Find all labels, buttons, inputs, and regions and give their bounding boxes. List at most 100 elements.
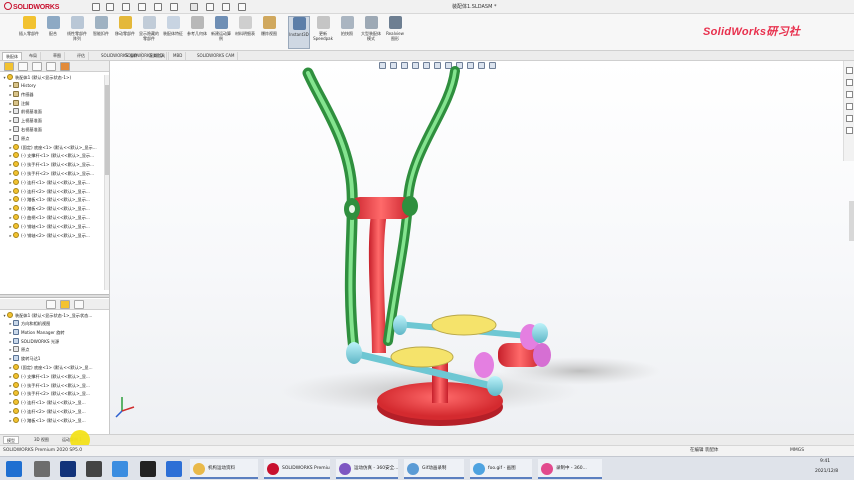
tree-item[interactable]: ▸ 上视基准面 <box>0 117 108 125</box>
dimxpert-tab-icon[interactable] <box>46 62 56 71</box>
ribbon-button-1[interactable]: 配合 <box>42 16 64 49</box>
link-end-cyan-1[interactable] <box>532 323 548 343</box>
ribbon-button-2[interactable]: 线性零部件阵列 <box>66 16 88 49</box>
view-palette-icon[interactable] <box>846 103 853 110</box>
tree-item[interactable]: ▸ (-) 连杆<1> (默认<<默认>_显示... <box>0 178 108 187</box>
file-manager-icon[interactable] <box>86 461 102 477</box>
clock-date[interactable]: 2021/12/8 <box>815 469 838 474</box>
tree-item[interactable]: ▸ (-) 连杆<1> (默认<<默认>_显... <box>0 399 108 407</box>
taskbar-window-button[interactable]: Gif动画录制 <box>404 459 464 479</box>
file-explorer-icon[interactable] <box>846 91 853 98</box>
tree-item[interactable]: ▸ 前视基准面 <box>0 108 108 116</box>
file-properties-icon[interactable] <box>222 3 230 11</box>
feature-tree-scrollbar[interactable] <box>104 75 109 290</box>
tree-item[interactable]: ▸ (-) 扶手杆<2> (默认<<默认>_显示... <box>0 170 108 178</box>
lower-pivot-left[interactable] <box>346 342 362 364</box>
viewport-scrollbar[interactable] <box>849 201 854 241</box>
property-manager-tab-icon[interactable] <box>18 62 28 71</box>
tree-item[interactable]: ▸ 原点 <box>0 346 108 354</box>
tree-item[interactable]: ▸ (-) 扶手杆<1> (默认<<默认>_显示... <box>0 161 108 169</box>
command-tab-1[interactable]: 布局 <box>26 52 41 60</box>
base-post[interactable] <box>432 361 448 403</box>
command-tab-7[interactable]: MBD <box>170 52 187 60</box>
custom-properties-icon[interactable] <box>846 127 853 134</box>
tree-item[interactable]: ▸ History <box>0 82 108 90</box>
tree-item[interactable]: ▸ (-) 连杆<2> (默认<<默认>_显... <box>0 408 108 416</box>
motion-tree-tab-icon[interactable] <box>60 300 70 309</box>
configuration-manager-tab-icon[interactable] <box>32 62 42 71</box>
command-tab-8[interactable]: SOLIDWORKS CAM <box>194 52 239 60</box>
tree-root[interactable]: ▾ 装配体1 (默认<显示状态-1>) <box>0 74 108 82</box>
command-tab-2[interactable]: 草图 <box>50 52 65 60</box>
tree-root[interactable]: ▾ 装配体1 (默认<显示状态-1>_显示状态... <box>0 312 108 320</box>
motion-expand-icon[interactable] <box>74 300 84 309</box>
motion-tab-1[interactable]: 3D 视图 <box>31 436 52 444</box>
browser-icon[interactable] <box>166 461 182 477</box>
design-library-icon[interactable] <box>846 79 853 86</box>
new-document-icon[interactable] <box>106 3 114 11</box>
command-tab-6[interactable]: 渲染工具 <box>146 52 169 60</box>
tree-item[interactable]: ▸ (-) 曲柄<1> (默认<<默认>_显示... <box>0 214 108 222</box>
tree-item[interactable]: ▸ 原点 <box>0 134 108 143</box>
taskbar-window-button[interactable]: 运动仿真 - 360安全... <box>336 459 398 479</box>
tree-item[interactable]: ▸ SOLIDWORKS 光源 <box>0 337 108 346</box>
ribbon-button-3[interactable]: 智能扣件 <box>90 16 112 49</box>
tree-item[interactable]: ▸ 右视基准面 <box>0 126 108 134</box>
tree-item[interactable]: ▸ (-) 踏板<1> (默认<<默认>_显示... <box>0 196 108 204</box>
home-icon[interactable] <box>92 3 100 11</box>
ribbon-button-6[interactable]: 装配体特征 <box>162 16 184 49</box>
display-manager-tab-icon[interactable] <box>60 62 70 71</box>
taskbar-window-button[interactable]: 机构运动资料 <box>190 459 258 479</box>
app-logo[interactable]: SOLIDWORKS <box>4 2 59 11</box>
ribbon-button-15[interactable]: Realview 图形 <box>384 16 406 49</box>
tree-item[interactable]: ▸ (-) 连杆<2> (默认<<默认>_显示... <box>0 187 108 196</box>
taskbar-window-button[interactable]: SOLIDWORKS Premium... <box>264 459 330 479</box>
taskbar-window-button[interactable]: foo.gif - 画图 <box>470 459 532 479</box>
ribbon-button-14[interactable]: 大型装配体模式 <box>360 16 382 49</box>
graphics-area[interactable] <box>110 61 854 434</box>
tree-item[interactable]: ▸ 传感器 <box>0 90 108 99</box>
clock-time[interactable]: 9:41 <box>820 459 830 464</box>
lower-pivot-right[interactable] <box>393 315 407 335</box>
tree-item[interactable]: ▸ 注解 <box>0 99 108 108</box>
media-player-icon[interactable] <box>112 461 128 477</box>
photoshop-icon[interactable] <box>60 461 76 477</box>
pedal-right[interactable] <box>431 314 497 336</box>
tree-item[interactable]: ▸ (-) 扶手杆<2> (默认<<默认>_显... <box>0 390 108 398</box>
print-icon[interactable] <box>154 3 162 11</box>
tree-item[interactable]: ▸ (-) 扶手杆<1> (默认<<默认>_显... <box>0 381 108 390</box>
taskbar-window-button[interactable]: 录制中 - 360... <box>538 459 602 479</box>
undo-icon[interactable] <box>170 3 178 11</box>
motion-filter-icon[interactable] <box>46 300 56 309</box>
ribbon-button-12[interactable]: 更新 Speedpak <box>312 16 334 49</box>
start-windows-icon[interactable] <box>6 461 22 477</box>
ribbon-button-13[interactable]: 拍快照 <box>336 16 358 49</box>
options-gear-icon[interactable] <box>238 3 246 11</box>
tree-item[interactable]: ▸ 方向和相机视图 <box>0 320 108 328</box>
ribbon-button-0[interactable]: 插入零部件 <box>18 16 40 49</box>
command-tab-3[interactable]: 评估 <box>74 52 89 60</box>
capture-app-icon[interactable] <box>140 461 156 477</box>
ribbon-button-7[interactable]: 参考几何体 <box>186 16 208 49</box>
ribbon-button-11[interactable]: Instant3D <box>288 16 310 49</box>
assembly-model-render[interactable] <box>110 61 854 434</box>
status-units[interactable]: MMGS <box>790 446 804 456</box>
appearances-icon[interactable] <box>846 115 853 122</box>
link-end-cyan-2[interactable] <box>487 376 503 396</box>
motion-tab-0[interactable]: 模型 <box>3 436 19 444</box>
crank-disc-back[interactable] <box>533 343 551 367</box>
top-pivot-right[interactable] <box>402 196 418 216</box>
tree-item[interactable]: ▸ (-) 销轴<2> (默认<<默认>_显示... <box>0 231 108 240</box>
open-folder-icon[interactable] <box>122 3 130 11</box>
rebuild-icon[interactable] <box>206 3 214 11</box>
crank-disc-left[interactable] <box>474 352 494 378</box>
ribbon-button-8[interactable]: 新建运动算例 <box>210 16 232 49</box>
tree-item[interactable]: ▸ (固定) 底座<1> (默认<<默认>_显... <box>0 364 108 372</box>
feature-manager-tab-icon[interactable] <box>4 62 14 71</box>
tree-item[interactable]: ▸ (-) 销轴<1> (默认<<默认>_显示... <box>0 222 108 231</box>
tree-item[interactable]: ▸ (固定) 底座<1> (默认<<默认>_显示... <box>0 143 108 152</box>
ribbon-button-5[interactable]: 显示隐藏的零部件 <box>138 16 160 49</box>
tree-item[interactable]: ▸ 旋转马达1 <box>0 355 108 363</box>
scrollbar-thumb[interactable] <box>105 85 109 175</box>
ribbon-button-9[interactable]: 材料明细表 <box>234 16 256 49</box>
